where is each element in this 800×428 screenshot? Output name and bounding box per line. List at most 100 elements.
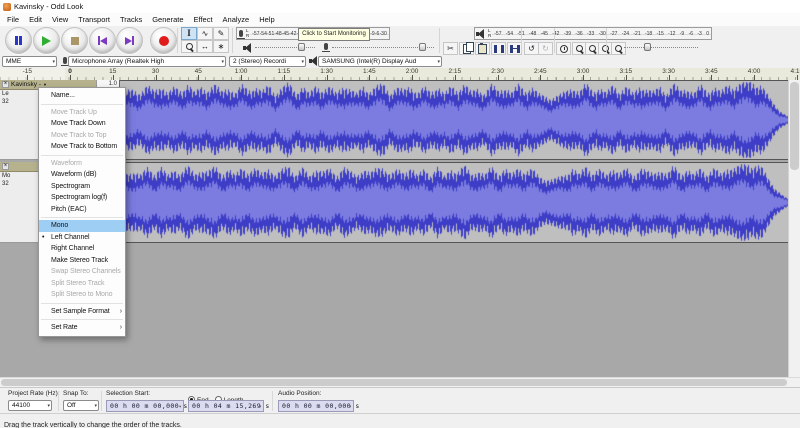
selection-tool-button[interactable]: I [181,27,197,40]
timeline-label: 3:15 [619,68,633,75]
speaker-icon [476,28,486,39]
recording-device-icon [61,57,69,66]
selection-end-field[interactable]: 00 h 04 m 15,269 s ▾ [188,400,269,412]
timeline-label: 45 [194,68,202,75]
vertical-scrollbar[interactable] [788,80,800,377]
menubar-item-help[interactable]: Help [254,15,279,24]
playback-device-select[interactable]: SAMSUNG (Intel(R) Display Aud ▾ [318,56,442,67]
meter-scale-value: -6 [688,30,694,37]
track-1-waveform[interactable] [120,80,789,160]
skip-to-end-button[interactable] [116,27,143,54]
audio-position-field[interactable]: 00 h 00 m 00,000 s ▾ [278,400,359,412]
menu-item-right-channel[interactable]: Right Channel [39,243,125,255]
audio-host-select[interactable]: MME ▾ [2,56,57,67]
play-button[interactable] [33,27,60,54]
play-speed-slider[interactable] [624,42,698,52]
play-icon [42,35,51,46]
menubar-item-view[interactable]: View [47,15,73,24]
menu-item-label: Split Stereo Track [51,279,105,287]
cut-button[interactable]: ✂ [443,42,458,55]
paste-button[interactable] [475,42,490,55]
timeline-label: 1:15 [277,68,291,75]
input-volume-slider[interactable] [332,42,434,52]
close-track-icon[interactable]: × [2,163,9,170]
pause-button[interactable] [5,27,32,54]
record-button[interactable] [150,27,177,54]
envelope-tool-button[interactable]: ∿ [197,27,213,40]
menu-item-move-track-down[interactable]: Move Track Down [39,118,125,130]
output-volume-slider[interactable] [255,42,315,52]
recording-channels-select[interactable]: 2 (Stereo) Recordi ▾ [229,56,306,67]
skip-to-start-button[interactable] [89,27,116,54]
undo-button[interactable]: ↺ [524,42,539,55]
menu-item-set-rate[interactable]: Set Rate › [39,322,125,334]
menu-item-name[interactable]: Name... [39,90,125,102]
playback-meter[interactable]: LR -57-54-51-48-45-42-39-36-33-30-27-24-… [474,27,712,40]
menu-item-make-stereo-track[interactable]: Make Stereo Track [39,255,125,267]
redo-button[interactable]: ↻ [538,42,553,55]
magnifier-icon [185,43,193,50]
menu-item-swap-stereo-channels[interactable]: Swap Stereo Channels [39,266,125,278]
input-volume-thumb[interactable] [419,43,426,51]
menu-item-move-track-to-top[interactable]: Move Track to Top [39,130,125,142]
project-rate-select[interactable]: 44100 ▾ [8,400,52,411]
play-speed-thumb[interactable] [644,43,651,51]
copy-button[interactable] [459,41,474,55]
horizontal-scrollbar-thumb[interactable] [1,379,787,386]
menubar-item-transport[interactable]: Transport [73,15,115,24]
menu-item-move-track-up[interactable]: Move Track Up [39,107,125,119]
menubar-item-generate[interactable]: Generate [147,15,188,24]
menu-item-label: Mono [51,222,69,229]
selection-start-field[interactable]: 00 h 00 m 00,000 s ▾ [106,400,187,412]
meter-scale-value: -21 [633,30,641,37]
clock-icon [559,44,568,53]
menubar-item-effect[interactable]: Effect [189,15,218,24]
ibeam-icon: I [187,28,191,38]
paste-icon [478,42,487,54]
menu-separator [41,302,123,304]
draw-tool-button[interactable]: ✎ [213,27,229,40]
vertical-scrollbar-thumb[interactable] [790,82,799,170]
menu-item-left-channel[interactable]: • Left Channel [39,232,125,244]
menu-item-label: Move Track Up [51,108,97,116]
recording-device-select[interactable]: Microphone Array (Realtek High ▾ [68,56,226,67]
menu-item-split-stereo-to-mono[interactable]: Split Stereo to Mono [39,289,125,301]
menubar-item-analyze[interactable]: Analyze [218,15,255,24]
title-bar: Kavinsky - Odd Look [0,0,800,13]
menu-item-pitch-eac[interactable]: Pitch (EAC) [39,204,125,216]
cut-icon: ✂ [447,44,454,53]
menubar-item-edit[interactable]: Edit [24,15,47,24]
close-track-icon[interactable]: × [2,81,9,88]
menubar-item-file[interactable]: File [2,15,24,24]
menubar-item-tracks[interactable]: Tracks [115,15,147,24]
menu-item-waveform-db[interactable]: Waveform (dB) [39,169,125,181]
menu-item-spectrogram[interactable]: Spectrogram [39,181,125,193]
output-volume-thumb[interactable] [298,43,305,51]
submenu-arrow-icon: › [119,324,122,331]
menu-item-mono[interactable]: Mono [39,220,125,232]
multi-tool-button[interactable]: ∗ [213,40,229,53]
menu-item-split-stereo-track[interactable]: Split Stereo Track [39,278,125,290]
timeline-label: -15 [22,68,32,75]
snap-to-select[interactable]: Off ▾ [63,400,99,411]
menu-item-set-sample-format[interactable]: Set Sample Format › [39,306,125,318]
zoom-tool-button[interactable] [181,40,197,53]
menu-item-waveform[interactable]: Waveform [39,158,125,170]
silence-button[interactable] [507,42,522,55]
timeline-label: 2:45 [533,68,547,75]
stop-button[interactable] [61,27,88,54]
menu-separator [41,319,123,320]
menu-item-label: Waveform (dB) [51,171,97,178]
meter-scale-value: -54 [505,30,514,37]
timeline-label: 4:00 [747,68,761,75]
track-title[interactable]: Kavinsky - [11,81,41,88]
window-title: Kavinsky - Odd Look [14,2,84,11]
track-2-waveform[interactable] [120,162,789,243]
menu-item-spectrogram-log-f[interactable]: Spectrogram log(f) [39,192,125,204]
trim-button[interactable] [491,42,506,55]
menu-item-move-track-to-bottom[interactable]: Move Track to Bottom [39,141,125,153]
timeline-label: 3:00 [576,68,590,75]
timeshift-tool-button[interactable]: ↔ [197,40,213,53]
sync-lock-button[interactable] [556,42,571,55]
input-volume-icon [322,43,330,52]
